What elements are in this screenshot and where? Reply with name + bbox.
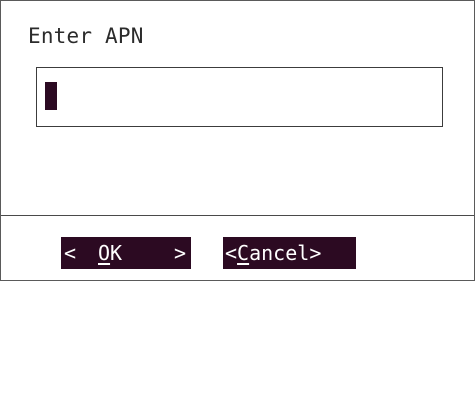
ok-right-marker: >: [174, 241, 187, 265]
ok-button-label: OK: [98, 237, 122, 269]
cancel-open-bracket: <: [225, 241, 238, 265]
cancel-button[interactable]: <Cancel>: [223, 237, 356, 269]
ok-button[interactable]: < OK >: [61, 237, 191, 269]
ok-hotkey-letter: O: [98, 241, 111, 265]
apn-dialog: Enter APN < OK > <Cancel>: [0, 0, 475, 281]
cancel-close-bracket: >: [309, 241, 322, 265]
apn-input-field[interactable]: [36, 67, 443, 127]
ok-label-rest: K: [110, 241, 123, 265]
text-cursor: [45, 82, 57, 110]
button-bar-separator: [1, 215, 474, 216]
ok-left-marker: <: [64, 241, 77, 265]
cancel-label-rest: ancel: [249, 241, 310, 265]
dialog-title: Enter APN: [28, 24, 144, 48]
cancel-hotkey-letter: C: [237, 241, 250, 265]
